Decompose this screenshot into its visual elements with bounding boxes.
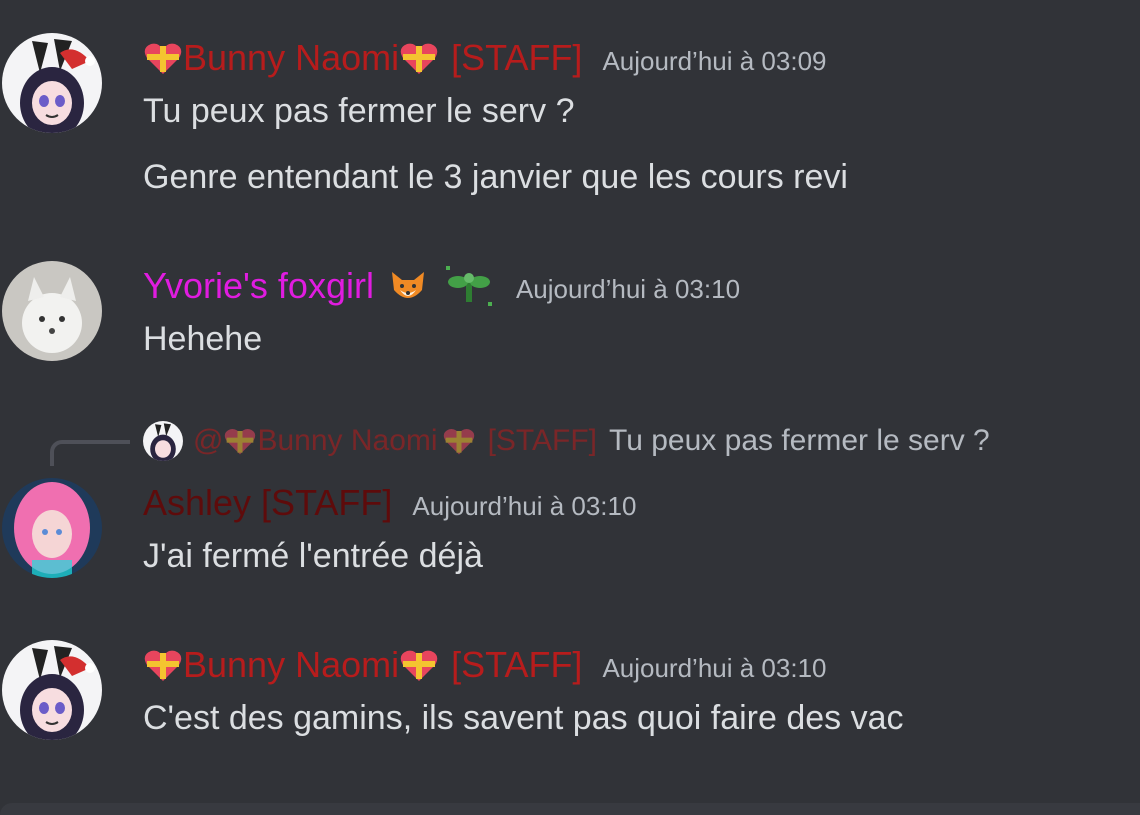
heart-gift-icon <box>399 40 439 76</box>
timestamp[interactable]: Aujourd’hui à 03:10 <box>602 653 826 684</box>
timestamp[interactable]: Aujourd’hui à 03:09 <box>602 46 826 77</box>
message-text: J'ai fermé l'entrée déjà <box>143 537 483 575</box>
message-header: Bunny Naomi [STAFF] Aujourd’hui à 03:09 <box>143 36 827 80</box>
chat-messages: Bunny Naomi [STAFF] Aujourd’hui à 03:09 … <box>0 0 1140 815</box>
heart-gift-icon <box>223 426 257 456</box>
heart-gift-icon <box>143 647 183 683</box>
reply-avatar <box>143 421 183 461</box>
message-text: Hehehe <box>143 320 263 358</box>
timestamp[interactable]: Aujourd’hui à 03:10 <box>412 491 636 522</box>
staff-tag: [STAFF] <box>451 37 583 78</box>
heart-gift-icon <box>442 426 476 456</box>
sprout-icon <box>442 264 496 308</box>
username[interactable]: Bunny Naomi <box>183 643 399 687</box>
reply-staff-tag: [STAFF] <box>487 424 598 457</box>
message-text: Genre entendant le 3 janvier que les cou… <box>143 158 848 196</box>
timestamp[interactable]: Aujourd’hui à 03:10 <box>516 274 740 305</box>
reply-preview[interactable]: @ Bunny Naomi [STAFF] Tu peux pas fermer… <box>143 421 990 461</box>
username[interactable]: Yvorie's foxgirl <box>143 264 374 308</box>
username[interactable]: Ashley [STAFF] <box>143 481 392 525</box>
reply-spine <box>50 440 130 466</box>
heart-gift-icon <box>399 647 439 683</box>
avatar-ashley[interactable] <box>2 478 102 578</box>
username[interactable]: Bunny Naomi <box>183 36 399 80</box>
heart-gift-icon <box>143 40 183 76</box>
reply-text[interactable]: Tu peux pas fermer le serv ? <box>609 424 990 458</box>
message-header: Ashley [STAFF] Aujourd’hui à 03:10 <box>143 481 636 525</box>
message-text: Tu peux pas fermer le serv ? <box>143 92 575 130</box>
reply-mention-prefix: @ <box>193 424 224 457</box>
message-header: Yvorie's foxgirl Aujourd’hui à 03:10 <box>143 264 740 308</box>
message-text: C'est des gamins, ils savent pas quoi fa… <box>143 699 904 737</box>
avatar-bunny-naomi[interactable] <box>2 640 102 740</box>
message-header: Bunny Naomi [STAFF] Aujourd’hui à 03:10 <box>143 643 827 687</box>
staff-tag: [STAFF] <box>451 644 583 685</box>
message-input-edge[interactable] <box>0 803 1140 815</box>
fox-icon <box>388 266 428 306</box>
avatar-bunny-naomi[interactable] <box>2 33 102 133</box>
avatar-foxgirl[interactable] <box>2 261 102 361</box>
reply-username[interactable]: Bunny Naomi <box>257 424 437 458</box>
